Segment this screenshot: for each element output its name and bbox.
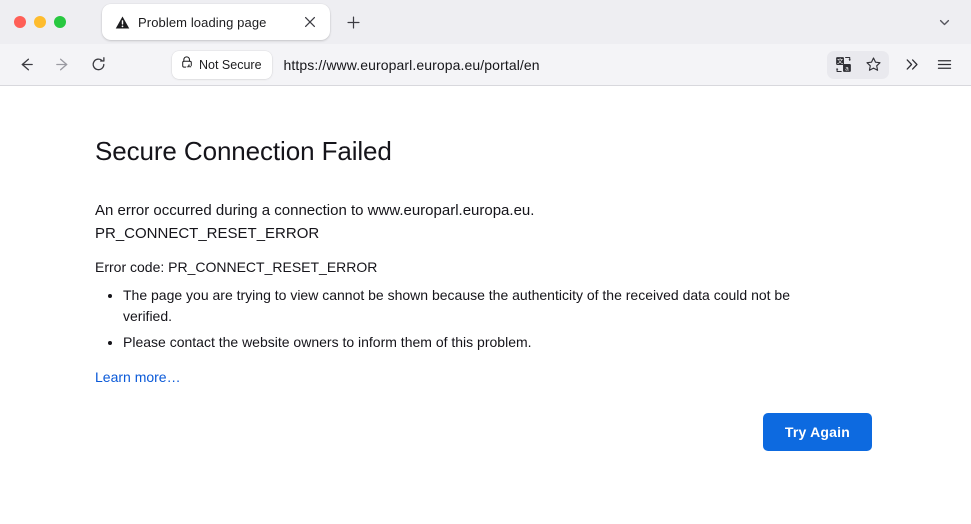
list-item: Please contact the website owners to inf…: [123, 332, 820, 353]
application-menu-icon[interactable]: [929, 51, 959, 79]
error-description: An error occurred during a connection to…: [95, 199, 795, 245]
learn-more-link[interactable]: Learn more…: [95, 369, 181, 385]
tab-problem-loading-page[interactable]: Problem loading page: [102, 4, 330, 40]
close-window-button[interactable]: [14, 16, 26, 28]
zoom-window-button[interactable]: [54, 16, 66, 28]
forward-button[interactable]: [46, 50, 78, 80]
error-actions: Try Again: [0, 387, 971, 451]
list-item: The page you are trying to view cannot b…: [123, 285, 820, 327]
error-description-line2: PR_CONNECT_RESET_ERROR: [95, 225, 320, 242]
browser-window: Problem loading page Not Secure https://…: [0, 0, 971, 524]
svg-text:a: a: [845, 65, 849, 72]
tab-strip: Problem loading page: [0, 0, 971, 44]
bookmark-star-icon[interactable]: [858, 51, 888, 79]
back-button[interactable]: [10, 50, 42, 80]
error-bullet-list: The page you are trying to view cannot b…: [95, 285, 820, 353]
toolbar-actions: 文 a: [827, 50, 959, 79]
reload-button[interactable]: [82, 50, 114, 80]
error-description-line1: An error occurred during a connection to…: [95, 202, 535, 219]
browser-toolbar: Not Secure https://www.europarl.europa.e…: [0, 44, 971, 86]
close-icon[interactable]: [300, 12, 320, 32]
error-page: Secure Connection Failed An error occurr…: [0, 86, 880, 387]
extensions-overflow-icon[interactable]: [897, 51, 927, 79]
page-title: Secure Connection Failed: [95, 136, 392, 166]
try-again-button[interactable]: Try Again: [762, 413, 872, 451]
minimize-window-button[interactable]: [34, 16, 46, 28]
url-text[interactable]: https://www.europarl.europa.eu/portal/en: [284, 57, 540, 73]
lock-warning-icon: [180, 55, 194, 74]
svg-text:文: 文: [836, 57, 843, 65]
tab-title: Problem loading page: [138, 14, 267, 30]
security-status-badge[interactable]: Not Secure: [172, 50, 272, 79]
translate-icon[interactable]: 文 a: [828, 51, 858, 79]
window-traffic-lights: [8, 16, 74, 28]
page-viewport: Secure Connection Failed An error occurr…: [0, 86, 971, 524]
new-tab-button[interactable]: [338, 7, 368, 37]
address-bar[interactable]: Not Secure https://www.europarl.europa.e…: [172, 49, 821, 81]
page-actions-group: 文 a: [827, 50, 889, 79]
warning-triangle-icon: [114, 14, 130, 30]
security-status-label: Not Secure: [199, 57, 262, 72]
tab-list-chevron-down-icon[interactable]: [929, 8, 959, 36]
error-code-line: Error code: PR_CONNECT_RESET_ERROR: [95, 259, 378, 275]
